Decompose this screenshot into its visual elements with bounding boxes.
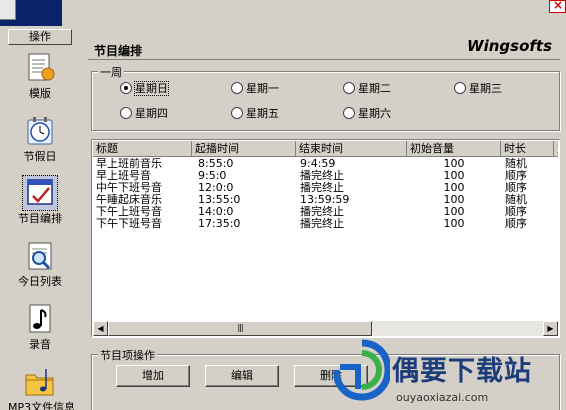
cell-start-time: 17:35:0 <box>198 217 241 230</box>
radio-indicator <box>454 82 466 94</box>
sidebar-item-label: MP3文件信息 <box>8 401 76 410</box>
window-top-strip: × <box>0 0 566 26</box>
column-header-initial-volume[interactable]: 初始音量 <box>407 141 501 157</box>
column-header-duration[interactable]: 时长 <box>501 141 554 157</box>
radio-friday[interactable]: 星期五 <box>231 105 279 121</box>
radio-indicator <box>120 82 132 94</box>
column-header-end-time[interactable]: 结束时间 <box>296 141 407 157</box>
sidebar-item-holiday[interactable]: 节假日 <box>8 114 72 176</box>
radio-monday[interactable]: 星期一 <box>231 80 279 96</box>
cell-duration: 顺序 <box>505 217 527 230</box>
sidebar-item-label: 录音 <box>29 338 51 351</box>
radio-indicator <box>231 107 243 119</box>
column-header-start-time[interactable]: 起播时间 <box>192 141 296 157</box>
sidebar-item-label: 模版 <box>29 87 51 100</box>
close-button[interactable]: × <box>549 0 566 13</box>
edit-button[interactable]: 编辑 <box>205 365 279 387</box>
scroll-right-arrow-icon[interactable]: ▶ <box>543 321 558 336</box>
table-body: 早上班前音乐 8:55:0 9:4:59 100 随机 1 早上班号音 9:5:… <box>93 158 558 318</box>
close-icon: × <box>553 0 564 12</box>
ops-group-legend: 节目项操作 <box>98 347 157 363</box>
radio-sunday[interactable]: 星期日 <box>120 80 169 96</box>
sidebar-item-label: 今日列表 <box>18 275 62 288</box>
radio-thursday[interactable]: 星期四 <box>120 105 168 121</box>
program-table[interactable]: 标题 起播时间 结束时间 初始音量 时长 文 早上班前音乐 8:55:0 9:4… <box>91 139 560 338</box>
sidebar-item-recording[interactable]: 录音 <box>8 302 72 364</box>
radio-wednesday[interactable]: 星期三 <box>454 80 502 96</box>
radio-indicator <box>120 107 132 119</box>
radio-saturday[interactable]: 星期六 <box>343 105 391 121</box>
brand-logo: Wingsofts <box>467 37 552 55</box>
system-menu-button[interactable] <box>0 0 16 20</box>
week-groupbox: 一周 星期日 星期一 星期二 星期三 星期四 星期五 星期六 <box>91 64 560 131</box>
watermark-logo-icon <box>334 339 390 401</box>
sidebar: 操作 模版 节假日 节目编排 今日列表 录音 MP3文件信息 <box>0 26 80 410</box>
radio-indicator <box>343 82 355 94</box>
sidebar-item-label: 节目编排 <box>18 212 62 225</box>
table-row[interactable]: 下午下班号音 17:35:0 播完终止 100 顺序 <box>93 218 558 230</box>
page-title: 节目编排 <box>94 44 143 58</box>
scrollbar-thumb[interactable]: ||| <box>108 321 372 336</box>
table-header: 标题 起播时间 结束时间 初始音量 时长 文 <box>93 141 558 157</box>
radio-indicator <box>231 82 243 94</box>
scroll-left-arrow-icon[interactable]: ◀ <box>93 321 108 336</box>
cell-end-time: 播完终止 <box>300 217 344 230</box>
cell-volume: 100 <box>443 217 465 230</box>
week-group-legend: 一周 <box>98 64 124 80</box>
program-schedule-icon <box>22 175 58 211</box>
holiday-clock-icon <box>23 114 57 148</box>
column-header-file[interactable]: 文 <box>554 141 558 157</box>
horizontal-scrollbar[interactable]: ◀ ||| ▶ <box>93 321 558 336</box>
radio-indicator <box>343 107 355 119</box>
cell-title: 下午下班号音 <box>96 217 162 230</box>
sidebar-item-label: 节假日 <box>23 150 57 163</box>
column-header-title[interactable]: 标题 <box>93 141 192 157</box>
sidebar-header[interactable]: 操作 <box>8 29 72 45</box>
mp3-folder-icon <box>23 365 57 399</box>
add-button[interactable]: 增加 <box>116 365 190 387</box>
site-watermark: 偶要下载站 ouyaoxiazai.com <box>320 335 566 410</box>
sidebar-item-mp3-info[interactable]: MP3文件信息 <box>8 365 76 410</box>
watermark-url: ouyaoxiazai.com <box>396 391 489 404</box>
watermark-title: 偶要下载站 <box>392 356 532 387</box>
radio-tuesday[interactable]: 星期二 <box>343 80 391 96</box>
recording-icon <box>23 302 57 336</box>
sidebar-item-template[interactable]: 模版 <box>8 51 72 113</box>
sidebar-item-program-schedule[interactable]: 节目编排 <box>8 175 72 238</box>
today-list-icon <box>23 239 57 273</box>
sidebar-item-today-list[interactable]: 今日列表 <box>8 239 72 301</box>
template-icon <box>23 51 57 85</box>
panel-title-bar: 节目编排 Wingsofts <box>88 34 560 60</box>
